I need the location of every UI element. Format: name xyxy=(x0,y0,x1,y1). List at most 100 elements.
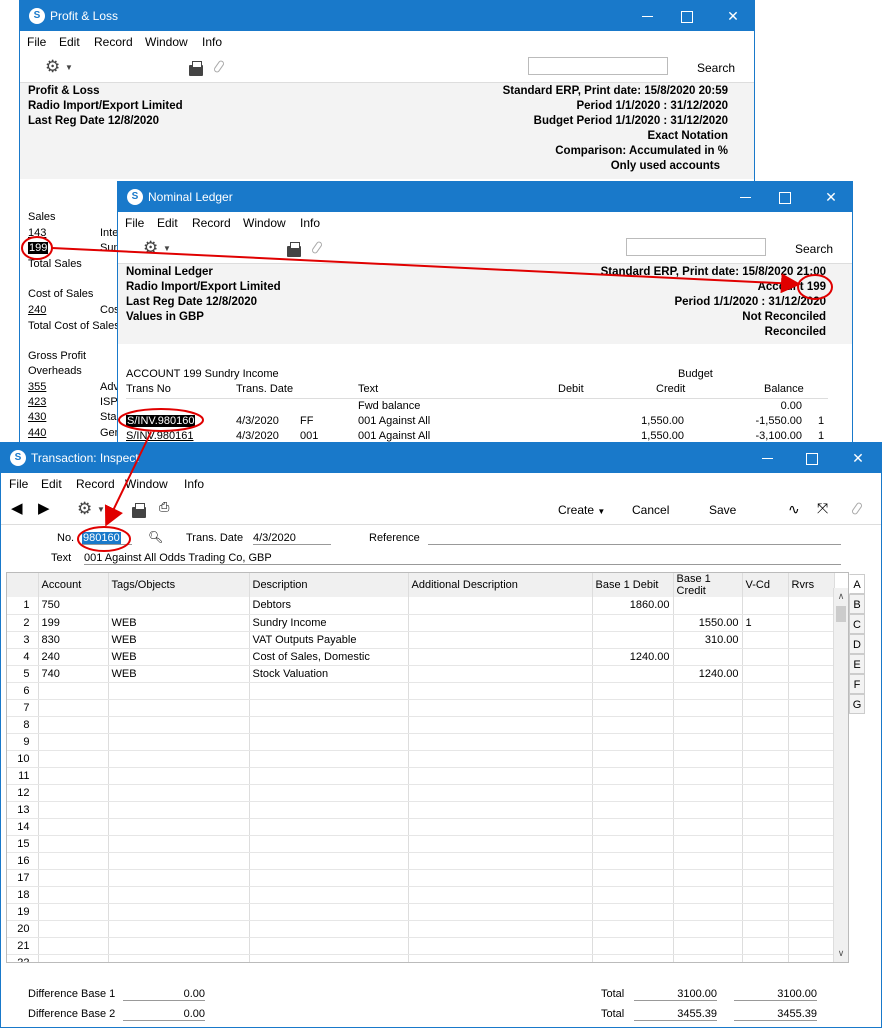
cell-vcd[interactable] xyxy=(742,733,789,751)
cell-credit[interactable] xyxy=(673,886,743,904)
cell-rvrs[interactable] xyxy=(788,920,835,938)
cell-credit[interactable] xyxy=(673,801,743,819)
cell-description[interactable] xyxy=(249,750,409,768)
cell-tags[interactable] xyxy=(108,801,250,819)
no-field[interactable]: 980160 xyxy=(82,532,132,545)
cell-description[interactable]: VAT Outputs Payable xyxy=(249,631,409,649)
account-link-selected[interactable]: 199 xyxy=(28,242,49,254)
account-link[interactable]: 423 xyxy=(28,396,46,408)
cell-tags[interactable] xyxy=(108,699,250,717)
cell-tags[interactable] xyxy=(108,818,250,836)
cell-add-description[interactable] xyxy=(408,767,593,785)
cell-debit[interactable]: 1860.00 xyxy=(592,597,674,615)
table-row[interactable]: 11 xyxy=(7,767,835,785)
menu-edit[interactable]: Edit xyxy=(157,216,178,230)
table-row[interactable]: 14 xyxy=(7,818,835,836)
cell-debit[interactable] xyxy=(592,750,674,768)
tab-g[interactable]: G xyxy=(849,694,865,714)
cell-description[interactable]: Stock Valuation xyxy=(249,665,409,683)
cell-debit[interactable] xyxy=(592,869,674,887)
cell-tags[interactable] xyxy=(108,767,250,785)
cell-add-description[interactable] xyxy=(408,937,593,955)
table-row[interactable]: 1 750 Debtors 1860.00 xyxy=(7,597,835,615)
cell-rvrs[interactable] xyxy=(788,733,835,751)
chevron-down-icon[interactable]: ▼ xyxy=(97,505,105,514)
cell-description[interactable] xyxy=(249,699,409,717)
cell-account[interactable] xyxy=(38,818,109,836)
table-row[interactable]: 13 xyxy=(7,801,835,819)
title-bar[interactable]: S Transaction: Inspect ✕ xyxy=(1,443,881,473)
cell-debit[interactable]: 1240.00 xyxy=(592,648,674,666)
cell-vcd[interactable] xyxy=(742,886,789,904)
cell-account[interactable]: 240 xyxy=(38,648,109,666)
search-input[interactable] xyxy=(528,57,668,75)
cell-account[interactable]: 740 xyxy=(38,665,109,683)
cell-vcd[interactable] xyxy=(742,682,789,700)
cell-credit[interactable] xyxy=(673,869,743,887)
account-link[interactable]: 143 xyxy=(28,227,46,239)
prev-record-icon[interactable]: ◀ xyxy=(11,499,23,517)
table-row[interactable]: 6 xyxy=(7,682,835,700)
cell-add-description[interactable] xyxy=(408,648,593,666)
table-row[interactable]: 9 xyxy=(7,733,835,751)
cell-vcd[interactable] xyxy=(742,818,789,836)
cell-tags[interactable] xyxy=(108,937,250,955)
table-row[interactable]: 7 xyxy=(7,699,835,717)
menu-record[interactable]: Record xyxy=(94,35,133,49)
cell-vcd[interactable] xyxy=(742,954,789,962)
cell-add-description[interactable] xyxy=(408,699,593,717)
cell-account[interactable] xyxy=(38,699,109,717)
cell-credit[interactable] xyxy=(673,784,743,802)
cell-rvrs[interactable] xyxy=(788,614,835,632)
account-199[interactable]: 199 xyxy=(28,242,49,254)
menu-file[interactable]: File xyxy=(9,477,28,491)
cell-account[interactable] xyxy=(38,835,109,853)
tab-d[interactable]: D xyxy=(849,634,865,654)
cell-description[interactable] xyxy=(249,886,409,904)
maximize-button[interactable] xyxy=(802,448,822,468)
paperclip-icon[interactable] xyxy=(310,240,324,255)
title-bar[interactable]: S Nominal Ledger ✕ xyxy=(118,182,852,212)
cell-add-description[interactable] xyxy=(408,903,593,921)
table-row[interactable]: 19 xyxy=(7,903,835,921)
cell-vcd[interactable]: 1 xyxy=(742,614,789,632)
cell-rvrs[interactable] xyxy=(788,954,835,962)
cell-credit[interactable] xyxy=(673,903,743,921)
cell-account[interactable] xyxy=(38,767,109,785)
cell-tags[interactable] xyxy=(108,716,250,734)
account-link[interactable]: 430 xyxy=(28,411,46,423)
cell-credit[interactable] xyxy=(673,818,743,836)
cell-credit[interactable] xyxy=(673,597,743,615)
gear-icon[interactable]: ⚙ xyxy=(77,499,92,519)
cell-tags[interactable] xyxy=(108,682,250,700)
cell-credit[interactable]: 310.00 xyxy=(673,631,743,649)
gear-icon[interactable]: ⚙ xyxy=(143,238,158,258)
cell-rvrs[interactable] xyxy=(788,631,835,649)
chevron-down-icon[interactable]: ▼ xyxy=(65,63,73,72)
create-menu[interactable]: Create ▼ xyxy=(558,503,605,517)
cell-account[interactable] xyxy=(38,869,109,887)
cell-debit[interactable] xyxy=(592,920,674,938)
cell-description[interactable] xyxy=(249,716,409,734)
cell-debit[interactable] xyxy=(592,818,674,836)
cell-vcd[interactable] xyxy=(742,903,789,921)
gear-icon[interactable]: ⚙ xyxy=(45,57,60,77)
cell-description[interactable] xyxy=(249,801,409,819)
cell-vcd[interactable] xyxy=(742,699,789,717)
cell-rvrs[interactable] xyxy=(788,648,835,666)
paperclip-icon[interactable] xyxy=(850,501,864,516)
cell-tags[interactable] xyxy=(108,852,250,870)
menu-info[interactable]: Info xyxy=(184,477,204,491)
cell-tags[interactable] xyxy=(108,750,250,768)
cell-description[interactable] xyxy=(249,852,409,870)
table-row[interactable]: 10 xyxy=(7,750,835,768)
close-button[interactable]: ✕ xyxy=(848,448,868,468)
minimize-button[interactable] xyxy=(758,448,778,468)
cell-rvrs[interactable] xyxy=(788,852,835,870)
cell-add-description[interactable] xyxy=(408,614,593,632)
cell-credit[interactable] xyxy=(673,699,743,717)
cell-vcd[interactable] xyxy=(742,665,789,683)
cell-account[interactable] xyxy=(38,682,109,700)
cell-debit[interactable] xyxy=(592,937,674,955)
cell-tags[interactable] xyxy=(108,784,250,802)
